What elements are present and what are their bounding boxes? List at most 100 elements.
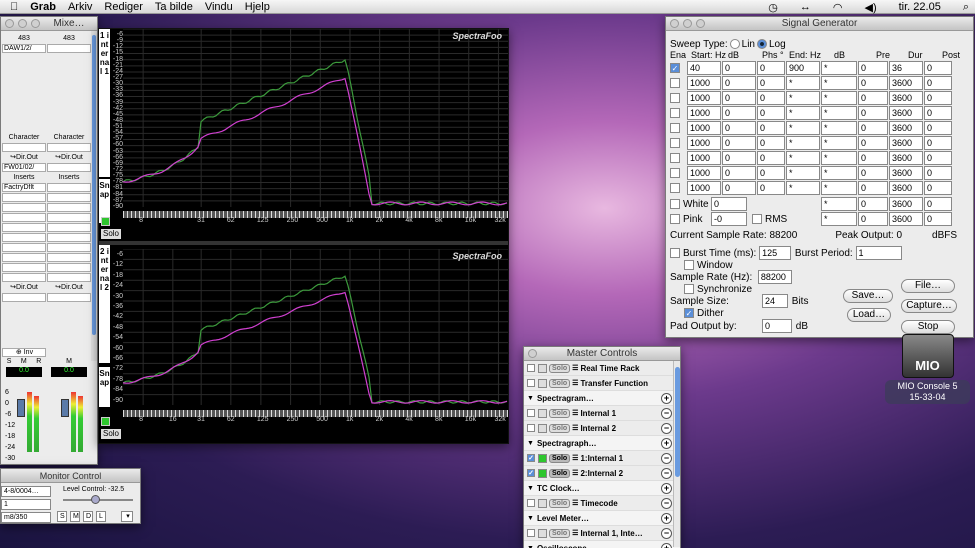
master-item[interactable]: ✓ Solo ☰ 1:Internal 1 − [524,451,680,466]
enable-toggle[interactable] [538,528,547,538]
add-icon[interactable]: + [661,393,672,404]
file-button[interactable]: File… [901,279,955,293]
pink-end-db-field[interactable]: * [821,212,857,226]
enable-toggle[interactable] [538,363,547,373]
start-hz-field[interactable]: 1000 [687,151,721,165]
start-hz-field[interactable]: 1000 [687,166,721,180]
solo-button[interactable]: Solo [549,528,571,538]
enable-checkbox[interactable] [670,78,680,88]
end-db-field[interactable]: * [821,151,857,165]
end-hz-field[interactable]: * [786,181,820,195]
end-hz-field[interactable]: * [786,151,820,165]
master-category[interactable]: ▼ Level Meter… + [524,511,680,526]
master-category[interactable]: ▼ Oscilloscope… + [524,541,680,548]
pre-field[interactable]: 0 [858,106,888,120]
dur-field[interactable]: 3600 [889,91,923,105]
dur-field[interactable]: 36 [889,61,923,75]
capture-button[interactable]: Capture… [901,299,957,313]
dirout2-select[interactable] [2,293,46,302]
character-select[interactable] [2,143,46,152]
insert-slot[interactable] [47,243,91,252]
settings-icon[interactable]: ☰ [572,454,578,462]
pre-field[interactable]: 0 [858,121,888,135]
enable-checkbox[interactable] [670,183,680,193]
start-hz-field[interactable]: 1000 [687,76,721,90]
post-field[interactable]: 0 [924,61,952,75]
enable-toggle[interactable] [538,423,547,433]
volume-icon[interactable]: ◀) [865,1,877,14]
close-button[interactable] [670,19,679,28]
monitor-titlebar[interactable]: Monitor Control [1,469,140,483]
post-field[interactable]: 0 [924,106,952,120]
enable-checkbox[interactable] [670,138,680,148]
insert-slot[interactable] [2,203,46,212]
dur-field[interactable]: 3600 [889,121,923,135]
solo-button[interactable]: Solo [549,363,571,373]
start-db-field[interactable]: 0 [722,61,756,75]
pre-field[interactable]: 0 [858,91,888,105]
pre-field[interactable]: 0 [858,76,888,90]
spotlight-icon[interactable]: ⌕ [963,1,969,14]
start-hz-field[interactable]: 1000 [687,136,721,150]
show-checkbox[interactable] [527,364,535,372]
end-hz-field[interactable]: * [786,136,820,150]
master-category[interactable]: ▼ Spectragram… + [524,391,680,406]
pre-field[interactable]: 0 [858,61,888,75]
disclosure-triangle-icon[interactable]: ▼ [527,545,534,548]
master-item[interactable]: Solo ☰ Internal 1, Inte… − [524,526,680,541]
sample-rate-field[interactable]: 88200 [757,270,792,284]
save-button[interactable]: Save… [843,289,893,303]
start-db-field[interactable]: 0 [722,76,756,90]
insert-slot[interactable] [47,213,91,222]
apple-icon[interactable]:  [10,1,18,13]
burst-period-field[interactable]: 1 [855,246,902,260]
insert-slot[interactable] [2,273,46,282]
dur-field[interactable]: 3600 [889,76,923,90]
start-db-field[interactable]: 0 [722,181,756,195]
record-button[interactable]: R [36,358,41,365]
pre-field[interactable]: 0 [858,151,888,165]
add-icon[interactable]: + [661,543,672,548]
show-checkbox[interactable]: ✓ [527,454,535,462]
sample-size-field[interactable]: 24 [762,294,788,308]
pad-field[interactable]: 0 [762,319,792,333]
menu-arkiv[interactable]: Arkiv [68,1,92,13]
end-db-field[interactable]: * [821,91,857,105]
add-icon[interactable]: + [661,438,672,449]
white-post-field[interactable]: 0 [924,197,952,211]
end-db-field[interactable]: * [821,136,857,150]
settings-icon[interactable]: ☰ [572,364,578,372]
phase-field[interactable]: 0 [757,181,785,195]
burst-checkbox[interactable] [670,248,680,258]
insert-slot[interactable] [47,223,91,232]
source-select-1[interactable]: 4-8/0004… [1,486,51,497]
mute-button[interactable]: M [70,511,80,522]
start-db-field[interactable]: 0 [722,121,756,135]
start-hz-field[interactable]: 1000 [687,106,721,120]
insert-slot[interactable] [47,203,91,212]
stop-button[interactable]: Stop [901,320,955,334]
pre-field[interactable]: 0 [858,166,888,180]
add-icon[interactable]: + [661,483,672,494]
minimize-button[interactable] [18,19,27,28]
solo-button[interactable]: Solo [549,408,571,418]
start-db-field[interactable]: 0 [722,106,756,120]
source-select-2[interactable]: 1 [1,499,51,510]
end-db-field[interactable]: * [821,76,857,90]
dirout-select[interactable]: FW01/02/ [2,163,46,172]
phase-invert-button[interactable]: ⊕ Inv [2,348,46,357]
enable-toggle[interactable] [538,378,547,388]
level-slider-knob[interactable] [91,495,100,504]
enable-toggle[interactable] [101,217,110,226]
phase-field[interactable]: 0 [757,91,785,105]
disclosure-triangle-icon[interactable]: ▼ [527,485,534,492]
master-item[interactable]: Solo ☰ Real Time Rack [524,361,680,376]
enable-toggle[interactable] [538,453,547,463]
pre-field[interactable]: 0 [858,136,888,150]
end-hz-field[interactable]: 900 [786,61,820,75]
end-hz-field[interactable]: * [786,76,820,90]
burst-time-field[interactable]: 125 [759,246,792,260]
start-hz-field[interactable]: 1000 [687,181,721,195]
sync-icon[interactable]: ↔ [800,1,811,13]
phase-field[interactable]: 0 [757,121,785,135]
